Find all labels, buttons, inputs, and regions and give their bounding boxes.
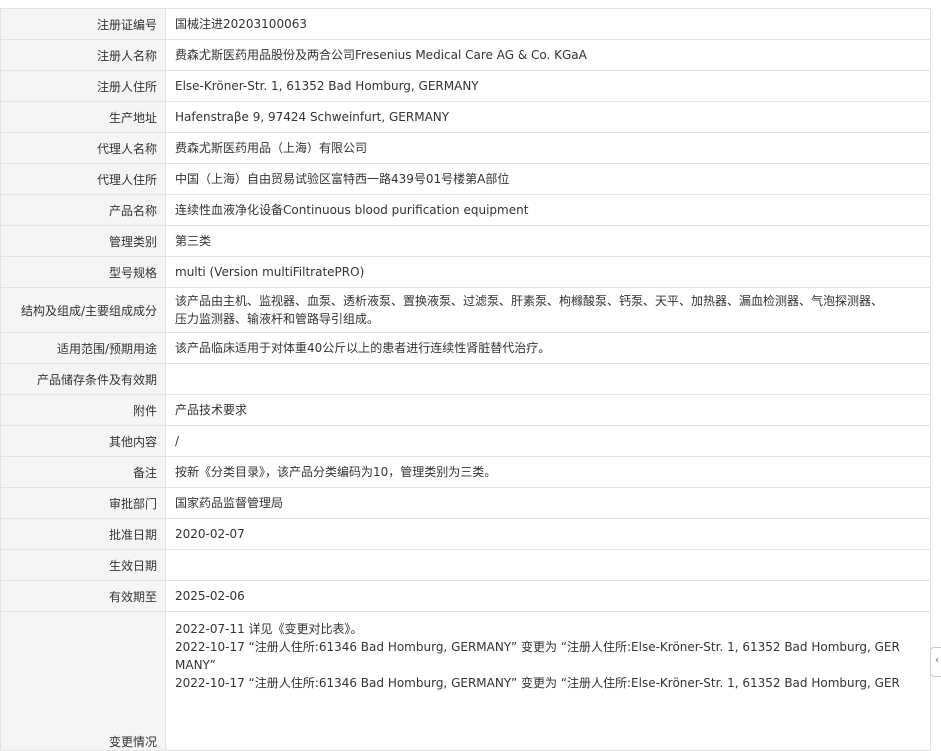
value-other: / <box>165 425 931 457</box>
label-intended-use: 适用范围/预期用途 <box>0 332 166 364</box>
value-storage <box>165 363 931 395</box>
label-registrant-address: 注册人住所 <box>0 70 166 102</box>
value-management-class: 第三类 <box>165 225 931 257</box>
label-changes: 变更情况 <box>0 611 166 751</box>
label-reg-no: 注册证编号 <box>0 8 166 40</box>
change-line: 2022-07-11 详见《变更对比表》。 <box>175 622 363 636</box>
label-remarks: 备注 <box>0 456 166 488</box>
label-approval-dept: 审批部门 <box>0 487 166 519</box>
change-line: 2022-10-17 “注册人住所:61346 Bad Homburg, GER… <box>175 676 900 690</box>
value-production-address: Hafenstraβe 9, 97424 Schweinfurt, GERMAN… <box>165 101 931 133</box>
label-valid-until: 有效期至 <box>0 580 166 612</box>
label-agent-name: 代理人名称 <box>0 132 166 164</box>
label-agent-address: 代理人住所 <box>0 163 166 195</box>
label-attachment: 附件 <box>0 394 166 426</box>
chevron-left-icon: ‹ <box>935 655 939 666</box>
value-approval-date: 2020-02-07 <box>165 518 931 550</box>
value-agent-name: 费森尤斯医药用品（上海）有限公司 <box>165 132 931 164</box>
side-float-button[interactable]: ‹ <box>930 647 941 677</box>
label-storage: 产品储存条件及有效期 <box>0 363 166 395</box>
registration-detail: 注册证编号 国械注进20203100063 注册人名称 费森尤斯医药用品股份及两合公… <box>0 8 931 751</box>
value-registrant-address: Else-Kröner-Str. 1, 61352 Bad Homburg, G… <box>165 70 931 102</box>
change-line: MANY” <box>175 658 216 672</box>
value-intended-use: 该产品临床适用于对体重40公斤以上的患者进行连续性肾脏替代治疗。 <box>165 332 931 364</box>
change-line: 2022-10-17 “注册人住所:61346 Bad Homburg, GER… <box>175 640 900 654</box>
label-other: 其他内容 <box>0 425 166 457</box>
value-agent-address: 中国（上海）自由贸易试验区富特西一路439号01号楼第A部位 <box>165 163 931 195</box>
value-valid-until: 2025-02-06 <box>165 580 931 612</box>
value-product-name: 连续性血液净化设备Continuous blood purification e… <box>165 194 931 226</box>
value-model-spec: multi (Version multiFiltratePRO) <box>165 256 931 288</box>
label-effective-date: 生效日期 <box>0 549 166 581</box>
label-product-name: 产品名称 <box>0 194 166 226</box>
label-approval-date: 批准日期 <box>0 518 166 550</box>
value-structure: 该产品由主机、监视器、血泵、透析液泵、置换液泵、过滤泵、肝素泵、枸橼酸泵、钙泵、… <box>165 287 931 333</box>
value-changes: 2022-07-11 详见《变更对比表》。 2022-10-17 “注册人住所:… <box>165 611 931 751</box>
registration-table-body: 注册证编号 国械注进20203100063 注册人名称 费森尤斯医药用品股份及两合公… <box>0 8 931 751</box>
label-management-class: 管理类别 <box>0 225 166 257</box>
label-registrant-name: 注册人名称 <box>0 39 166 71</box>
value-remarks: 按新《分类目录》，该产品分类编码为10，管理类别为三类。 <box>165 456 931 488</box>
label-structure: 结构及组成/主要组成成分 <box>0 287 166 333</box>
value-effective-date <box>165 549 931 581</box>
value-attachment: 产品技术要求 <box>165 394 931 426</box>
label-model-spec: 型号规格 <box>0 256 166 288</box>
value-reg-no: 国械注进20203100063 <box>165 8 931 40</box>
label-production-address: 生产地址 <box>0 101 166 133</box>
value-approval-dept: 国家药品监督管理局 <box>165 487 931 519</box>
registration-table: 注册证编号 国械注进20203100063 注册人名称 费森尤斯医药用品股份及两合公… <box>0 8 931 751</box>
value-registrant-name: 费森尤斯医药用品股份及两合公司Fresenius Medical Care AG… <box>165 39 931 71</box>
